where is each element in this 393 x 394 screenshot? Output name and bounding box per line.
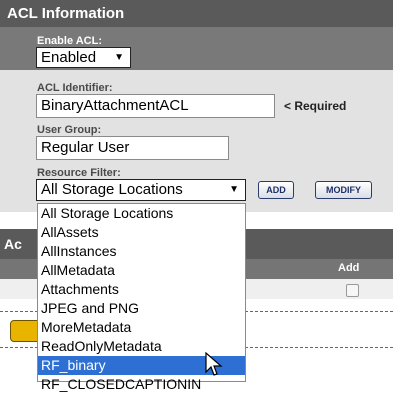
chevron-down-icon: ▼ [229,184,239,195]
acl-identifier-label: ACL Identifier: [37,82,113,94]
dropdown-option[interactable]: Attachments [38,280,245,299]
dropdown-option[interactable]: AllAssets [38,223,245,242]
resource-filter-value: All Storage Locations [41,181,183,198]
required-note: < Required [284,99,347,113]
enable-acl-value: Enabled [41,49,97,66]
add-checkbox[interactable] [346,284,359,297]
resource-filter-select[interactable]: All Storage Locations ▼ [36,179,246,201]
acl-information-header: ACL Information [0,0,393,27]
add-column-header: Add [338,262,360,274]
chevron-down-icon: ▼ [114,52,124,63]
acl-identifier-input[interactable]: BinaryAttachmentACL [36,94,275,118]
enable-acl-label: Enable ACL: [37,35,102,47]
dropdown-option[interactable]: All Storage Locations [38,204,245,223]
user-group-label: User Group: [37,124,102,136]
resource-filter-label: Resource Filter: [37,167,121,179]
modify-button[interactable]: MODIFY [315,181,372,199]
dropdown-option[interactable]: JPEG and PNG [38,299,245,318]
dropdown-option[interactable]: AllInstances [38,242,245,261]
section2-title: Ac [4,236,22,252]
dropdown-option[interactable]: AllMetadata [38,261,245,280]
add-button[interactable]: ADD [258,181,294,199]
dropdown-option[interactable]: MoreMetadata [38,318,245,337]
user-group-input[interactable]: Regular User [36,136,229,160]
mouse-pointer-icon [205,352,223,376]
panel-title: ACL Information [7,5,125,22]
enable-acl-select[interactable]: Enabled ▼ [36,47,131,68]
